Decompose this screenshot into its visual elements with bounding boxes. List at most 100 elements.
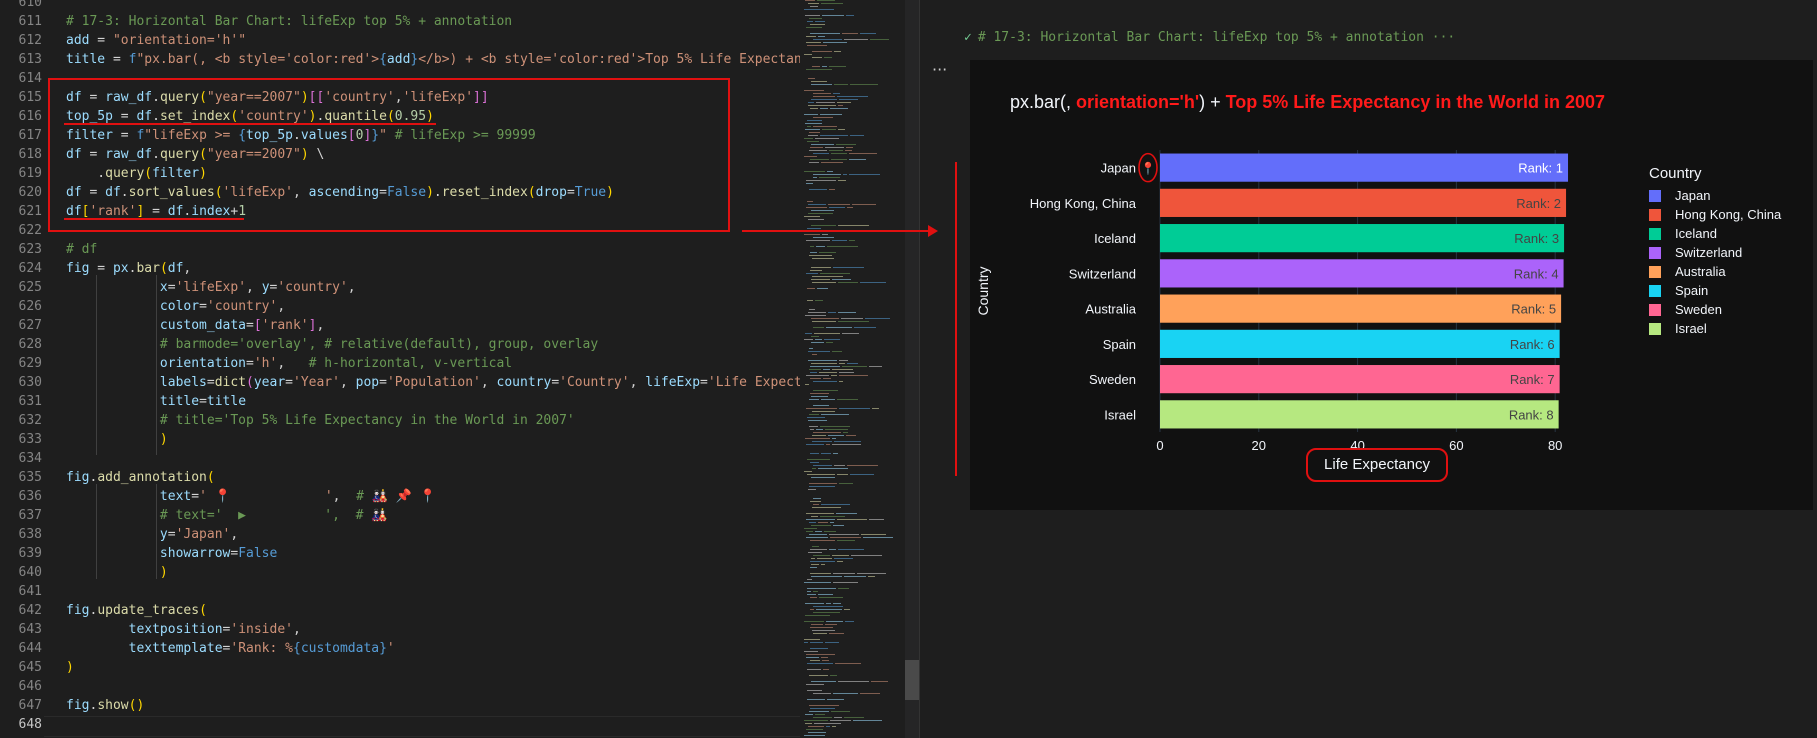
- minimap-line: [805, 315, 826, 316]
- code-line[interactable]: 626 color='country',: [0, 297, 800, 316]
- minimap-line: [808, 732, 826, 733]
- line-number: 629: [18, 356, 42, 371]
- code-text: showarrow=False: [66, 544, 277, 563]
- legend-item[interactable]: Spain: [1649, 281, 1781, 300]
- minimap-line: [829, 207, 845, 208]
- line-number: 648: [18, 717, 42, 732]
- x-tick-label: 80: [1548, 438, 1562, 453]
- line-number: 626: [18, 299, 42, 314]
- minimap-line: [850, 474, 874, 475]
- minimap-line: [809, 18, 822, 19]
- legend-item[interactable]: Japan: [1649, 186, 1781, 205]
- minimap-line: [808, 3, 819, 4]
- code-line[interactable]: 637 # text=' ▶ ', # 🎎: [0, 506, 800, 525]
- minimap-line: [809, 255, 832, 256]
- minimap-line: [815, 531, 822, 532]
- code-text: ): [66, 430, 168, 449]
- indent-guide: [96, 275, 97, 455]
- code-line[interactable]: 634: [0, 449, 800, 468]
- editor-scrollbar[interactable]: [905, 0, 919, 738]
- y-tick-label: Switzerland: [1069, 266, 1136, 281]
- minimap-line: [806, 519, 835, 520]
- minimap-line: [821, 162, 843, 163]
- code-line[interactable]: 636 text=' 📍 ', # 🎎 📌 📍: [0, 487, 800, 506]
- line-number: 610: [18, 0, 42, 10]
- minimap-line: [810, 462, 819, 463]
- minimap-line: [831, 153, 847, 154]
- minimap-line: [811, 84, 832, 85]
- code-line[interactable]: 641: [0, 582, 800, 601]
- code-line[interactable]: 624 fig = px.bar(df,: [0, 259, 800, 278]
- minimap-line: [807, 669, 821, 670]
- minimap-line: [863, 537, 893, 538]
- minimap-line: [818, 468, 848, 469]
- code-line[interactable]: 647 fig.show(): [0, 696, 800, 715]
- minimap-line: [832, 444, 861, 445]
- legend-item[interactable]: Switzerland: [1649, 243, 1781, 262]
- minimap-line: [809, 414, 819, 415]
- code-line[interactable]: 638 y='Japan',: [0, 525, 800, 544]
- legend-item[interactable]: Australia: [1649, 262, 1781, 281]
- code-text: fig.show(): [66, 696, 144, 715]
- code-token: ,: [246, 280, 262, 295]
- minimap-line: [813, 39, 842, 40]
- code-line[interactable]: 610: [0, 0, 800, 12]
- minimap-line: [814, 723, 841, 724]
- code-line[interactable]: 612 add = "orientation='h'": [0, 31, 800, 50]
- minimap-line: [808, 726, 824, 727]
- code-line[interactable]: 633 ): [0, 430, 800, 449]
- code-line[interactable]: 625 x='lifeExp', y='country',: [0, 278, 800, 297]
- legend-item[interactable]: Sweden: [1649, 300, 1781, 319]
- legend-item[interactable]: Iceland: [1649, 224, 1781, 243]
- minimap-line: [809, 426, 818, 427]
- code-line[interactable]: 623 # df: [0, 240, 800, 259]
- cell-more-button[interactable]: ···: [932, 60, 947, 79]
- minimap-line: [849, 159, 866, 160]
- code-line[interactable]: 635 fig.add_annotation(: [0, 468, 800, 487]
- code-line[interactable]: 629 orientation='h', # h-horizontal, v-v…: [0, 354, 800, 373]
- code-token: lifeExp: [645, 375, 701, 390]
- code-line[interactable]: 613 title = f"px.bar(, <b style='color:re…: [0, 50, 800, 69]
- minimap-line: [807, 474, 835, 475]
- code-token: =: [199, 394, 207, 409]
- code-line[interactable]: 643 textposition='inside',: [0, 620, 800, 639]
- minimap-line: [805, 123, 822, 124]
- minimap-line: [819, 372, 837, 373]
- code-line[interactable]: 631 title=title: [0, 392, 800, 411]
- minimap-line: [808, 552, 822, 553]
- minimap-line: [804, 114, 818, 115]
- minimap-line: [813, 174, 841, 175]
- minimap-line: [838, 312, 856, 313]
- code-line[interactable]: 642 fig.update_traces(: [0, 601, 800, 620]
- code-line[interactable]: 628 # barmode='overlay', # relative(defa…: [0, 335, 800, 354]
- minimap-line: [854, 327, 876, 328]
- minimap-line: [816, 246, 825, 247]
- minimap-line: [810, 561, 835, 562]
- code-line[interactable]: 645): [0, 658, 800, 677]
- line-number: 637: [18, 508, 42, 523]
- scrollbar-thumb[interactable]: [905, 660, 919, 700]
- code-line[interactable]: 646: [0, 677, 800, 696]
- minimap-line: [810, 147, 823, 148]
- minimap[interactable]: [800, 0, 900, 738]
- minimap-line: [832, 351, 842, 352]
- code-token: ,: [347, 280, 356, 295]
- code-line[interactable]: 639 showarrow=False: [0, 544, 800, 563]
- code-line[interactable]: 632 # title='Top 5% Life Expectancy in t…: [0, 411, 800, 430]
- line-number: 611: [18, 14, 42, 29]
- minimap-line: [822, 66, 827, 67]
- code-line[interactable]: 611 # 17-3: Horizontal Bar Chart: lifeExp…: [0, 12, 800, 31]
- minimap-line: [811, 396, 828, 397]
- code-token: =: [105, 52, 129, 67]
- legend-item[interactable]: Israel: [1649, 319, 1781, 338]
- code-line[interactable]: 630 labels=dict(year='Year', pop='Popula…: [0, 373, 800, 392]
- code-line[interactable]: 627 custom_data=['rank'],: [0, 316, 800, 335]
- minimap-line: [828, 435, 844, 436]
- legend-item[interactable]: Hong Kong, China: [1649, 205, 1781, 224]
- minimap-line: [816, 609, 842, 610]
- cell-header[interactable]: ✓ # 17-3: Horizontal Bar Chart: lifeExp t…: [964, 28, 1455, 48]
- plotly-figure[interactable]: px.bar(, orientation='h') + Top 5% Life …: [970, 60, 1813, 510]
- code-line[interactable]: 640 ): [0, 563, 800, 582]
- code-line[interactable]: 644 texttemplate='Rank: %{customdata}': [0, 639, 800, 658]
- code-token: pop: [355, 375, 380, 390]
